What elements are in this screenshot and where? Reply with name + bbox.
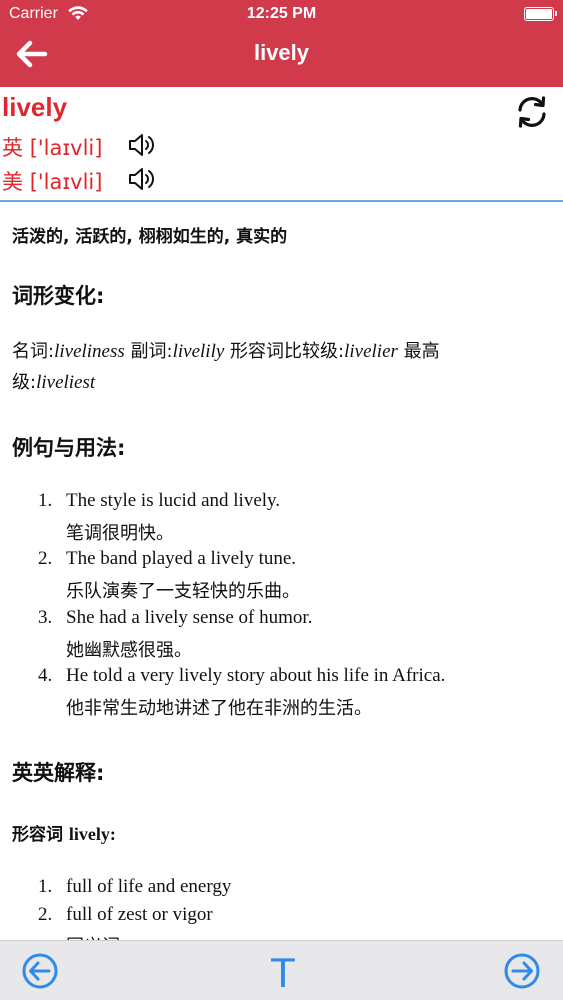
example-number: 3. [38,607,53,628]
sup-form: liveliest [36,372,96,393]
status-time: 12:25 PM [246,5,317,22]
definition-number: 2. [38,904,53,925]
word-header: lively 英 ['laɪvli] 美 ['laɪvli] [0,87,563,202]
status-bar: Carrier 12:25 PM [0,0,563,30]
noun-label: 名词: [12,341,55,362]
sup-label-part1: 最高 [403,341,440,362]
noun-form: liveliness [54,341,125,362]
definition-number: 1. [38,876,53,897]
definition-content[interactable]: 活泼的, 活跃的, 栩栩如生的, 真实的 词形变化: 名词:liveliness… [0,202,563,940]
example-english: He told a very lively story about his li… [66,665,446,686]
example-chinese: 他非常生动地讲述了他在非洲的生活。 [66,698,372,719]
bottom-toolbar: T [0,940,563,1000]
example-chinese: 笔调很明快。 [66,523,174,544]
pos-word: lively: [68,824,116,844]
sup-label-part2: 级: [12,372,37,393]
comp-label: 形容词比较级: [230,341,345,362]
forms-heading: 词形变化: [12,284,105,308]
battery-icon [524,7,557,21]
example-number: 2. [38,548,53,569]
pos-label: 形容词 [12,825,63,845]
nav-title: lively [253,40,310,65]
example-english: She had a lively sense of humor. [66,607,313,628]
synonyms-label: 同义词: [66,932,126,940]
adv-label: 副词: [130,341,173,362]
pos-subheading: 形容词 lively: [12,820,116,845]
next-circle-icon[interactable] [504,953,540,989]
app-header: Carrier 12:25 PM lively [0,0,563,87]
examples-heading: 例句与用法: [12,436,126,460]
comp-form: livelier [344,341,398,362]
uk-phonetic: ['laɪvli] [29,136,103,160]
example-chinese: 乐队演奏了一支轻快的乐曲。 [66,581,300,602]
chinese-meaning: 活泼的, 活跃的, 栩栩如生的, 真实的 [12,227,288,247]
example-number: 4. [38,665,53,686]
definition-text: full of zest or vigor [66,904,213,925]
adv-form: livelily [172,341,225,362]
prev-circle-icon[interactable] [22,953,58,989]
example-english: The band played a lively tune. [66,548,297,569]
refresh-icon[interactable] [514,94,550,130]
us-label: 美 [2,170,23,194]
speaker-icon[interactable] [128,166,158,192]
text-size-label: T [270,949,296,993]
text-size-icon[interactable]: T [266,949,300,996]
us-phonetic: ['laɪvli] [29,170,103,194]
example-chinese: 她幽默感很强。 [66,640,192,661]
headword: lively [2,92,68,122]
uk-label: 英 [2,136,23,160]
definition-text: full of life and energy [66,876,232,897]
uk-pronunciation: 英 ['laɪvli] [2,132,102,162]
example-number: 1. [38,490,53,511]
us-pronunciation: 美 ['laɪvli] [2,166,102,196]
example-english: The style is lucid and lively. [66,490,281,511]
speaker-icon[interactable] [128,132,158,158]
english-heading: 英英解释: [12,761,105,785]
navigation-bar: lively [0,30,563,87]
word-forms: 名词:liveliness 副词:livelily 形容词比较级:livelie… [12,336,542,398]
